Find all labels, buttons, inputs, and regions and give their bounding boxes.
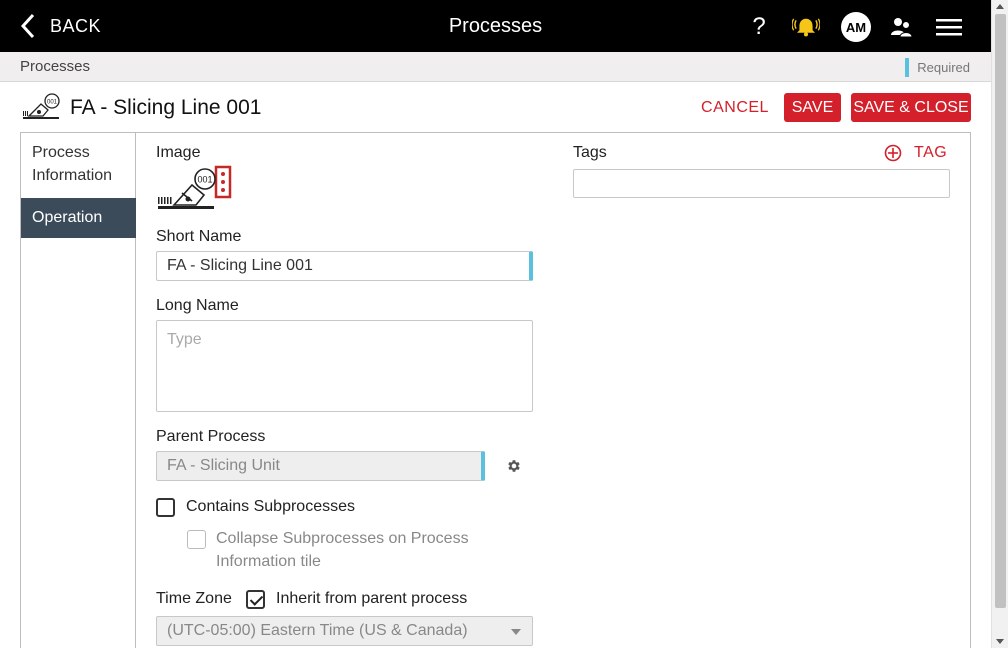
process-image[interactable]: 001 xyxy=(156,165,232,218)
parent-process-input xyxy=(156,451,485,481)
contains-subprocesses-checkbox[interactable] xyxy=(156,498,175,517)
save-button[interactable]: SAVE xyxy=(784,93,841,122)
collapse-subprocesses-checkbox xyxy=(187,530,206,549)
tags-label: Tags xyxy=(573,144,607,161)
bell-icon[interactable] xyxy=(792,13,820,41)
long-name-textarea[interactable] xyxy=(156,320,533,412)
time-zone-select: (UTC-05:00) Eastern Time (US & Canada) xyxy=(156,616,533,646)
users-icon[interactable] xyxy=(887,13,915,41)
chevron-left-icon xyxy=(20,13,35,39)
svg-text:001: 001 xyxy=(197,175,212,185)
add-tag-button[interactable]: TAG xyxy=(884,144,947,162)
short-name-label: Short Name xyxy=(156,228,242,245)
help-icon[interactable]: ? xyxy=(745,13,773,41)
add-circle-icon xyxy=(884,144,902,162)
parent-process-label: Parent Process xyxy=(156,428,266,445)
inherit-from-parent-label: Inherit from parent process xyxy=(276,590,468,607)
page-scrollbar[interactable] xyxy=(991,0,1008,648)
side-nav: Process Information Operation xyxy=(21,133,136,648)
gear-icon[interactable] xyxy=(506,458,522,479)
image-label: Image xyxy=(156,144,201,161)
contains-subprocesses-label: Contains Subprocesses xyxy=(186,498,355,515)
side-nav-item-process-information[interactable]: Process Information xyxy=(21,141,136,187)
process-form-panel: Process Information Operation Image 001 … xyxy=(20,132,971,648)
scroll-up-arrow-icon[interactable] xyxy=(996,4,1004,9)
cancel-button[interactable]: CANCEL xyxy=(696,93,774,122)
avatar[interactable]: AM xyxy=(841,12,871,42)
scroll-down-arrow-icon[interactable] xyxy=(996,639,1004,644)
slicer-machine-icon: 001 xyxy=(158,165,232,209)
slicer-machine-icon: 001 xyxy=(21,92,61,127)
top-bar: BACK Processes ? AM xyxy=(0,0,991,52)
back-button[interactable]: BACK xyxy=(20,12,101,40)
back-label: BACK xyxy=(50,15,102,36)
required-legend: Required xyxy=(905,58,970,77)
time-zone-value: (UTC-05:00) Eastern Time (US & Canada) xyxy=(167,622,468,639)
process-title: FA - Slicing Line 001 xyxy=(70,96,262,119)
hamburger-menu-icon[interactable] xyxy=(935,13,963,41)
time-zone-label: Time Zone xyxy=(156,590,232,607)
add-tag-label: TAG xyxy=(914,144,948,161)
svg-text:001: 001 xyxy=(47,100,58,106)
dropdown-caret-icon xyxy=(511,629,521,635)
scrollbar-thumb[interactable] xyxy=(995,14,1006,608)
collapse-subprocesses-label: Collapse Subprocesses on Process Informa… xyxy=(216,530,469,570)
save-and-close-button[interactable]: SAVE & CLOSE xyxy=(851,93,971,122)
side-nav-item-operation[interactable]: Operation xyxy=(21,198,136,238)
process-header: 001 FA - Slicing Line 001 CANCEL SAVE SA… xyxy=(0,88,991,128)
long-name-label: Long Name xyxy=(156,297,239,314)
tags-input[interactable] xyxy=(573,169,950,198)
short-name-input[interactable] xyxy=(156,251,533,281)
breadcrumb-bar: Processes Required xyxy=(0,52,991,82)
inherit-from-parent-checkbox[interactable] xyxy=(246,590,265,609)
breadcrumb[interactable]: Processes xyxy=(20,58,90,75)
